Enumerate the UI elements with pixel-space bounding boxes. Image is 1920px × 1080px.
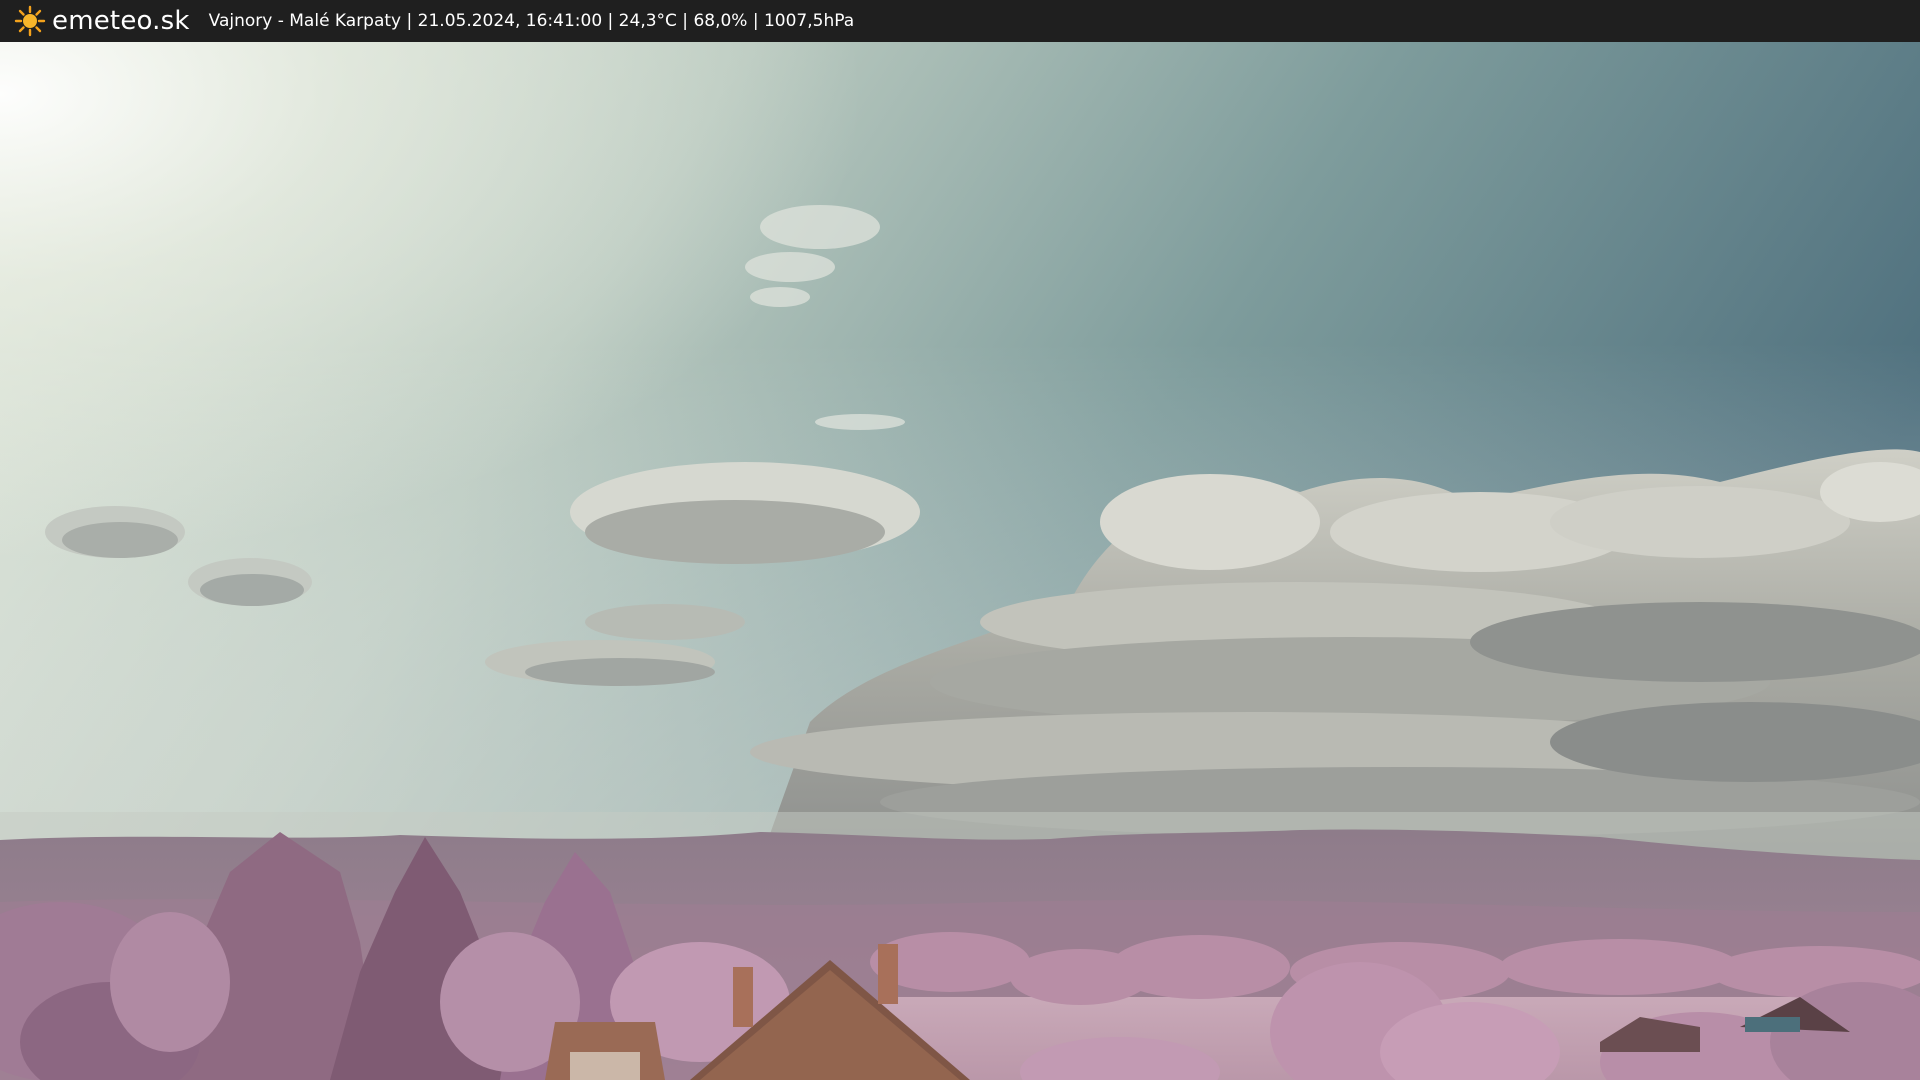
brand-name: emeteo.sk	[52, 6, 190, 36]
top-bar: emeteo.sk Vajnory - Malé Karpaty | 21.05…	[0, 0, 1920, 42]
sun-icon	[14, 5, 46, 37]
station-caption: Vajnory - Malé Karpaty | 21.05.2024, 16:…	[208, 11, 855, 31]
webcam-image	[0, 42, 1920, 1080]
logo[interactable]: emeteo.sk	[14, 5, 190, 37]
